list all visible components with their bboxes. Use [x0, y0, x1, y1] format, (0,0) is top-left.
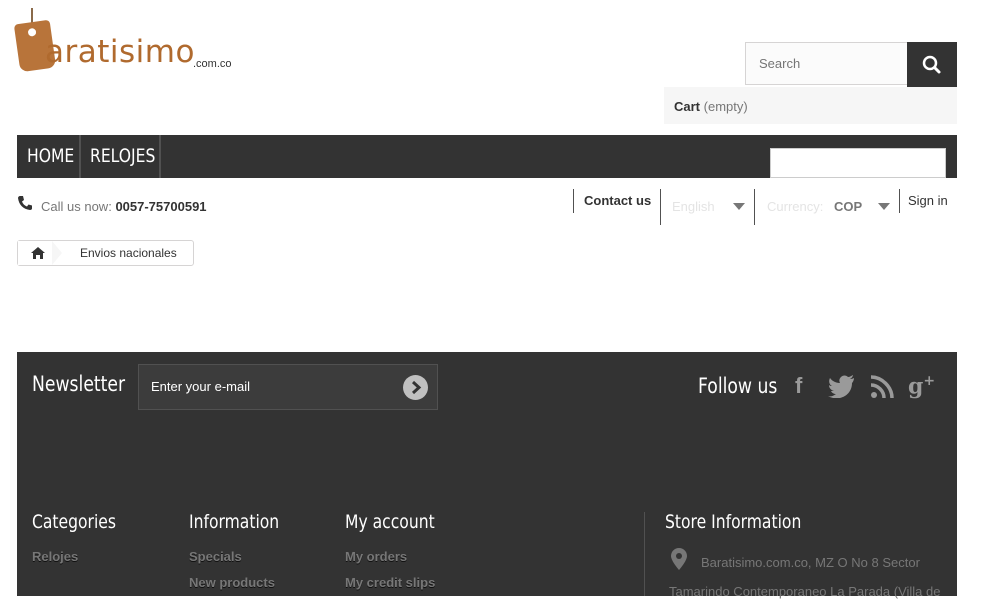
- breadcrumb-current: Envios nacionales: [80, 246, 177, 260]
- topbar-divider: [899, 189, 900, 213]
- chevron-down-icon: [878, 203, 890, 210]
- search-button[interactable]: [907, 42, 957, 87]
- language-selector[interactable]: English: [672, 199, 715, 214]
- cart-label[interactable]: Cart (empty): [674, 99, 748, 114]
- breadcrumb-home[interactable]: [18, 241, 56, 265]
- search-icon: [922, 55, 941, 74]
- newsletter-email-input[interactable]: Enter your e-mail: [138, 364, 438, 410]
- contact-us-link[interactable]: Contact us: [584, 193, 651, 208]
- cart-status: (empty): [703, 99, 748, 114]
- footer-categories-title: Categories: [32, 511, 116, 533]
- footer-divider: [644, 512, 645, 596]
- store-information-title: Store Information: [665, 511, 802, 533]
- menu-divider: [159, 135, 161, 178]
- map-marker-icon: [671, 548, 687, 570]
- menu-search-field[interactable]: [770, 148, 946, 178]
- menu-divider: [79, 135, 81, 178]
- footer-link-my-orders[interactable]: My orders: [345, 549, 407, 564]
- currency-selector[interactable]: COP: [834, 199, 862, 214]
- topbar-divider: [660, 189, 661, 225]
- google-plus-icon[interactable]: g+: [908, 373, 935, 399]
- store-address-line2: Tamarindo Contemporaneo La Parada (Villa…: [669, 584, 941, 599]
- sign-in-link[interactable]: Sign in: [908, 193, 948, 208]
- call-us-label: Call us now:: [41, 199, 112, 214]
- topbar-divider: [754, 189, 755, 225]
- footer-link-credit-slips[interactable]: My credit slips: [345, 575, 435, 590]
- call-us-text: Call us now: 0057-75700591: [41, 199, 207, 214]
- site-logo[interactable]: aratisimo .com.co: [13, 8, 237, 74]
- home-icon: [31, 247, 45, 259]
- topbar-divider: [573, 189, 574, 213]
- phone-number: 0057-75700591: [115, 199, 207, 214]
- phone-icon: [18, 196, 32, 210]
- logo-suffix: .com.co: [193, 58, 232, 70]
- facebook-icon[interactable]: f: [795, 373, 802, 399]
- cart-title: Cart: [674, 99, 701, 114]
- chevron-right-icon: [411, 380, 422, 395]
- search-input[interactable]: [745, 42, 907, 85]
- footer-information-title: Information: [189, 511, 280, 533]
- footer-link-specials[interactable]: Specials: [189, 549, 242, 564]
- newsletter-title: Newsletter: [32, 372, 126, 396]
- footer-link-relojes[interactable]: Relojes: [32, 549, 78, 564]
- currency-label: Currency:: [767, 199, 824, 214]
- menu-item-home[interactable]: HOME: [27, 135, 74, 178]
- breadcrumb-separator: [52, 241, 62, 265]
- chevron-down-icon: [733, 203, 745, 210]
- footer-link-new-products[interactable]: New products: [189, 575, 275, 590]
- logo-text: aratisimo: [45, 34, 195, 70]
- menu-item-relojes[interactable]: RELOJES: [90, 135, 155, 178]
- store-address-line1: Baratisimo.com.co, MZ O No 8 Sector: [701, 555, 920, 570]
- twitter-icon[interactable]: [828, 374, 856, 398]
- newsletter-submit-button[interactable]: [403, 375, 428, 400]
- follow-us-title: Follow us: [698, 374, 778, 398]
- footer-my-account-title: My account: [345, 511, 435, 533]
- rss-icon[interactable]: [870, 375, 894, 399]
